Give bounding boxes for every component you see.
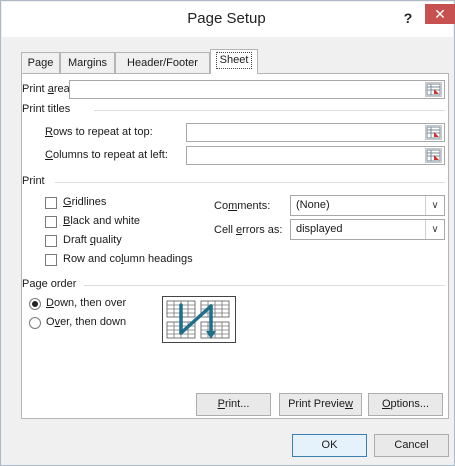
tab-page[interactable]: Page: [21, 52, 60, 73]
comments-label: Comments:: [214, 200, 271, 212]
options-button[interactable]: Options...: [368, 393, 443, 416]
cell-errors-label: Cell errors as:: [214, 224, 283, 236]
help-button[interactable]: ?: [393, 7, 423, 31]
down-then-over-radio[interactable]: [29, 298, 41, 310]
comments-value: (None): [296, 199, 330, 211]
print-titles-divider: [94, 110, 445, 111]
page-order-preview-icon: [162, 296, 236, 343]
black-and-white-checkbox[interactable]: [45, 216, 57, 228]
down-then-over-label: Down, then over: [46, 297, 127, 309]
columns-to-repeat-input[interactable]: [186, 146, 445, 165]
rows-collapse-icon[interactable]: [425, 125, 442, 140]
print-divider: [55, 182, 445, 183]
cell-errors-value: displayed: [296, 223, 343, 235]
comments-select[interactable]: (None) ∨: [290, 195, 445, 216]
over-then-down-label: Over, then down: [46, 316, 127, 328]
print-preview-button[interactable]: Print Preview: [279, 393, 362, 416]
row-column-headings-label: Row and column headings: [63, 253, 193, 265]
tab-header-footer[interactable]: Header/Footer: [115, 52, 210, 73]
chevron-down-icon: ∨: [425, 196, 444, 215]
draft-quality-label: Draft quality: [63, 234, 122, 246]
row-column-headings-checkbox[interactable]: [45, 254, 57, 266]
print-area-input[interactable]: [69, 80, 445, 99]
columns-to-repeat-label: Columns to repeat at left:: [45, 149, 168, 161]
gridlines-label: Gridlines: [63, 196, 107, 208]
over-then-down-radio[interactable]: [29, 317, 41, 329]
print-heading: Print: [22, 175, 45, 187]
close-button[interactable]: ✕: [425, 4, 455, 24]
tab-margins[interactable]: Margins: [60, 52, 115, 73]
ok-button[interactable]: OK: [292, 434, 367, 457]
tab-sheet[interactable]: Sheet: [210, 49, 258, 74]
dialog-title: Page Setup: [187, 10, 266, 27]
rows-to-repeat-input[interactable]: [186, 123, 445, 142]
print-area-label: Print area:: [22, 83, 73, 95]
page-order-divider: [84, 285, 445, 286]
draft-quality-checkbox[interactable]: [45, 235, 57, 247]
page-setup-dialog: Page Setup ? ✕ Page Margins Header/Foote…: [0, 0, 455, 466]
gridlines-checkbox[interactable]: [45, 197, 57, 209]
black-and-white-label: Black and white: [63, 215, 141, 227]
print-titles-heading: Print titles: [22, 103, 71, 115]
cell-errors-select[interactable]: displayed ∨: [290, 219, 445, 240]
page-order-heading: Page order: [22, 278, 77, 290]
print-button[interactable]: Print...: [196, 393, 271, 416]
columns-collapse-icon[interactable]: [425, 148, 442, 163]
tab-sheet-label: Sheet: [215, 52, 253, 69]
rows-to-repeat-label: Rows to repeat at top:: [45, 126, 153, 138]
print-area-collapse-icon[interactable]: [425, 82, 442, 97]
cancel-button[interactable]: Cancel: [374, 434, 449, 457]
chevron-down-icon: ∨: [425, 220, 444, 239]
